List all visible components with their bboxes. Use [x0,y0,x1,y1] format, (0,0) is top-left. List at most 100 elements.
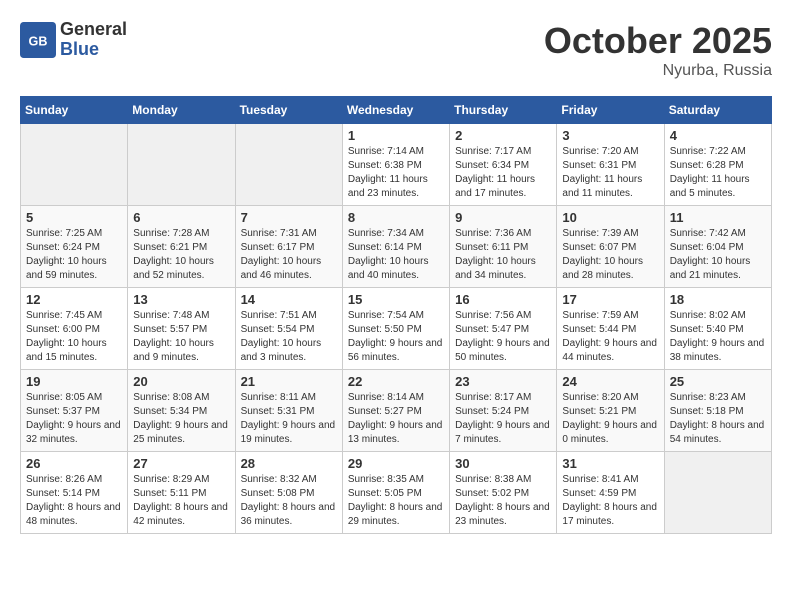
day-info: Sunrise: 8:41 AM Sunset: 4:59 PM Dayligh… [562,473,658,529]
weekday-header-sunday: Sunday [21,97,128,124]
day-number: 5 [26,210,122,225]
day-number: 15 [348,292,444,307]
day-info: Sunrise: 7:59 AM Sunset: 5:44 PM Dayligh… [562,309,658,365]
day-info: Sunrise: 8:02 AM Sunset: 5:40 PM Dayligh… [670,309,766,365]
day-number: 14 [241,292,337,307]
day-info: Sunrise: 8:14 AM Sunset: 5:27 PM Dayligh… [348,391,444,447]
day-number: 23 [455,374,551,389]
day-info: Sunrise: 7:31 AM Sunset: 6:17 PM Dayligh… [241,227,337,283]
calendar-cell: 5 Sunrise: 7:25 AM Sunset: 6:24 PM Daylig… [21,206,128,288]
day-info: Sunrise: 7:51 AM Sunset: 5:54 PM Dayligh… [241,309,337,365]
day-info: Sunrise: 8:29 AM Sunset: 5:11 PM Dayligh… [133,473,229,529]
day-info: Sunrise: 7:20 AM Sunset: 6:31 PM Dayligh… [562,145,658,201]
day-number: 11 [670,210,766,225]
day-number: 3 [562,128,658,143]
calendar-cell: 6Sunrise: 7:28 AM Sunset: 6:21 PM Daylig… [128,206,235,288]
day-number: 7 [241,210,337,225]
location: Nyurba, Russia [544,62,772,80]
calendar-cell: 27 Sunrise: 8:29 AM Sunset: 5:11 PM Dayli… [128,452,235,534]
calendar-cell: 17 Sunrise: 7:59 AM Sunset: 5:44 PM Dayli… [557,288,664,370]
calendar-cell: 23 Sunrise: 8:17 AM Sunset: 5:24 PM Dayli… [450,370,557,452]
calendar-week-1: 1 Sunrise: 7:14 AM Sunset: 6:38 PM Daylig… [21,124,772,206]
calendar-cell: 13 Sunrise: 7:48 AM Sunset: 5:57 PM Dayli… [128,288,235,370]
day-number: 21 [241,374,337,389]
calendar-cell: 29Sunrise: 8:35 AM Sunset: 5:05 PM Dayli… [342,452,449,534]
day-info: Sunrise: 7:22 AM Sunset: 6:28 PM Dayligh… [670,145,766,201]
day-number: 12 [26,292,122,307]
calendar-cell: 24 Sunrise: 8:20 AM Sunset: 5:21 PM Dayli… [557,370,664,452]
day-info: Sunrise: 7:34 AM Sunset: 6:14 PM Dayligh… [348,227,444,283]
calendar-cell: 1 Sunrise: 7:14 AM Sunset: 6:38 PM Daylig… [342,124,449,206]
calendar-week-2: 5 Sunrise: 7:25 AM Sunset: 6:24 PM Daylig… [21,206,772,288]
month-title: October 2025 [544,20,772,62]
day-number: 19 [26,374,122,389]
day-info: Sunrise: 8:38 AM Sunset: 5:02 PM Dayligh… [455,473,551,529]
calendar-cell: 12 Sunrise: 7:45 AM Sunset: 6:00 PM Dayli… [21,288,128,370]
calendar-cell: 30 Sunrise: 8:38 AM Sunset: 5:02 PM Dayli… [450,452,557,534]
calendar-cell: 2 Sunrise: 7:17 AM Sunset: 6:34 PM Daylig… [450,124,557,206]
calendar-week-4: 19 Sunrise: 8:05 AM Sunset: 5:37 PM Dayli… [21,370,772,452]
day-number: 24 [562,374,658,389]
calendar-cell [128,124,235,206]
day-number: 2 [455,128,551,143]
calendar-cell: 21 Sunrise: 8:11 AM Sunset: 5:31 PM Dayli… [235,370,342,452]
calendar-cell: 22 Sunrise: 8:14 AM Sunset: 5:27 PM Dayli… [342,370,449,452]
calendar-cell: 8Sunrise: 7:34 AM Sunset: 6:14 PM Daylig… [342,206,449,288]
day-number: 28 [241,456,337,471]
weekday-header-monday: Monday [128,97,235,124]
calendar-cell: 16 Sunrise: 7:56 AM Sunset: 5:47 PM Dayli… [450,288,557,370]
day-info: Sunrise: 8:23 AM Sunset: 5:18 PM Dayligh… [670,391,766,447]
weekday-header-tuesday: Tuesday [235,97,342,124]
day-info: Sunrise: 8:35 AM Sunset: 5:05 PM Dayligh… [348,473,444,529]
calendar-cell: 26 Sunrise: 8:26 AM Sunset: 5:14 PM Dayli… [21,452,128,534]
calendar-cell [235,124,342,206]
calendar-cell: 7 Sunrise: 7:31 AM Sunset: 6:17 PM Daylig… [235,206,342,288]
day-number: 9 [455,210,551,225]
calendar-table: SundayMondayTuesdayWednesdayThursdayFrid… [20,96,772,534]
calendar-cell: 9 Sunrise: 7:36 AM Sunset: 6:11 PM Daylig… [450,206,557,288]
day-info: Sunrise: 7:54 AM Sunset: 5:50 PM Dayligh… [348,309,444,365]
day-number: 1 [348,128,444,143]
calendar-cell: 31Sunrise: 8:41 AM Sunset: 4:59 PM Dayli… [557,452,664,534]
day-info: Sunrise: 8:17 AM Sunset: 5:24 PM Dayligh… [455,391,551,447]
day-info: Sunrise: 7:17 AM Sunset: 6:34 PM Dayligh… [455,145,551,201]
day-number: 30 [455,456,551,471]
calendar-cell: 15 Sunrise: 7:54 AM Sunset: 5:50 PM Dayli… [342,288,449,370]
day-info: Sunrise: 7:25 AM Sunset: 6:24 PM Dayligh… [26,227,122,283]
day-info: Sunrise: 8:11 AM Sunset: 5:31 PM Dayligh… [241,391,337,447]
day-info: Sunrise: 7:42 AM Sunset: 6:04 PM Dayligh… [670,227,766,283]
day-info: Sunrise: 7:45 AM Sunset: 6:00 PM Dayligh… [26,309,122,365]
weekday-header-friday: Friday [557,97,664,124]
calendar-cell: 3 Sunrise: 7:20 AM Sunset: 6:31 PM Daylig… [557,124,664,206]
day-number: 26 [26,456,122,471]
day-number: 10 [562,210,658,225]
day-info: Sunrise: 7:56 AM Sunset: 5:47 PM Dayligh… [455,309,551,365]
calendar-body: 1 Sunrise: 7:14 AM Sunset: 6:38 PM Daylig… [21,124,772,534]
calendar-cell [21,124,128,206]
title-block: October 2025 Nyurba, Russia [544,20,772,80]
day-info: Sunrise: 7:14 AM Sunset: 6:38 PM Dayligh… [348,145,444,201]
weekday-header-wednesday: Wednesday [342,97,449,124]
day-number: 27 [133,456,229,471]
calendar-cell [664,452,771,534]
day-number: 13 [133,292,229,307]
calendar-cell: 11 Sunrise: 7:42 AM Sunset: 6:04 PM Dayli… [664,206,771,288]
day-info: Sunrise: 7:36 AM Sunset: 6:11 PM Dayligh… [455,227,551,283]
logo-line2: Blue [60,40,127,60]
day-info: Sunrise: 7:28 AM Sunset: 6:21 PM Dayligh… [133,227,229,283]
calendar-week-5: 26 Sunrise: 8:26 AM Sunset: 5:14 PM Dayli… [21,452,772,534]
day-number: 22 [348,374,444,389]
calendar-cell: 20Sunrise: 8:08 AM Sunset: 5:34 PM Dayli… [128,370,235,452]
day-number: 17 [562,292,658,307]
calendar-cell: 10 Sunrise: 7:39 AM Sunset: 6:07 PM Dayli… [557,206,664,288]
day-info: Sunrise: 8:05 AM Sunset: 5:37 PM Dayligh… [26,391,122,447]
svg-text:GB: GB [29,34,48,48]
page-header: GB General Blue October 2025 Nyurba, Rus… [20,20,772,80]
calendar-cell: 4Sunrise: 7:22 AM Sunset: 6:28 PM Daylig… [664,124,771,206]
day-info: Sunrise: 7:39 AM Sunset: 6:07 PM Dayligh… [562,227,658,283]
day-info: Sunrise: 8:26 AM Sunset: 5:14 PM Dayligh… [26,473,122,529]
day-info: Sunrise: 8:20 AM Sunset: 5:21 PM Dayligh… [562,391,658,447]
day-number: 16 [455,292,551,307]
calendar-cell: 14 Sunrise: 7:51 AM Sunset: 5:54 PM Dayli… [235,288,342,370]
day-info: Sunrise: 7:48 AM Sunset: 5:57 PM Dayligh… [133,309,229,365]
